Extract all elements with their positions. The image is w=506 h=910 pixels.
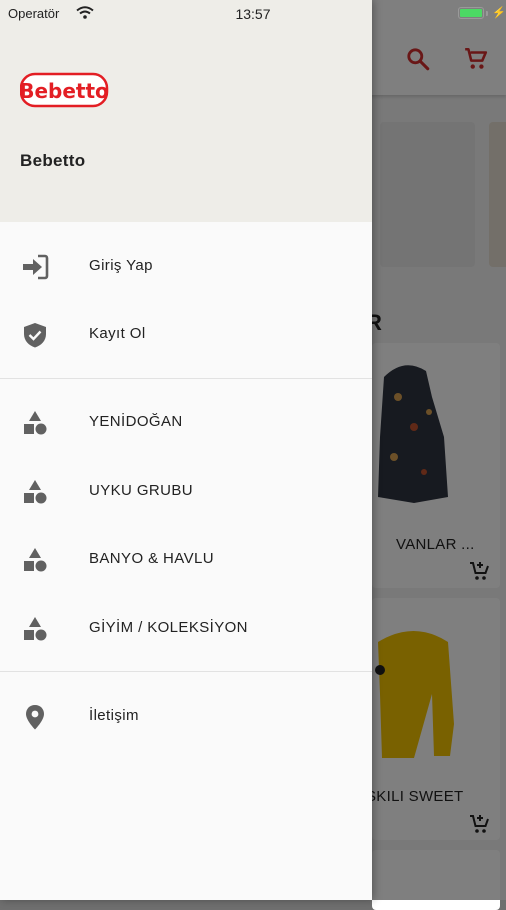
menu-item-label: BANYO & HAVLU [89, 550, 214, 567]
bebetto-logo: Bebetto [20, 72, 109, 108]
menu-item-label: UYKU GRUBU [89, 482, 194, 499]
menu-item-label: GİYİM / KOLEKSİYON [89, 619, 248, 636]
menu-item-login[interactable]: Giriş Yap [0, 233, 372, 299]
menu-item-label: Kayıt Ol [89, 325, 146, 342]
drawer-header: Bebetto Bebetto [0, 0, 372, 222]
status-bar: Operatör 13:57 ⚡ [0, 0, 506, 28]
battery-icon [458, 7, 484, 19]
navigation-drawer: Bebetto Bebetto Giriş Yap Kayıt Ol YENİD… [0, 0, 372, 900]
charging-icon: ⚡ [492, 7, 506, 19]
menu-divider [0, 671, 372, 672]
svg-text:Bebetto: Bebetto [20, 79, 109, 103]
store-name: Bebetto [20, 151, 86, 170]
menu-item-register[interactable]: Kayıt Ol [0, 301, 372, 367]
menu-item-contact[interactable]: İletişim [0, 683, 372, 749]
clock: 13:57 [235, 6, 271, 22]
menu-item-label: YENİDOĞAN [89, 413, 183, 430]
shield-check-icon [24, 323, 46, 348]
menu-item-category-yenidogan[interactable]: YENİDOĞAN [0, 389, 372, 455]
menu-item-category-banyo-havlu[interactable]: BANYO & HAVLU [0, 526, 372, 592]
menu-item-label: Giriş Yap [89, 257, 153, 274]
category-shapes-icon [24, 617, 47, 641]
menu-divider [0, 378, 372, 379]
menu-item-category-uyku-grubu[interactable]: UYKU GRUBU [0, 458, 372, 524]
menu-item-category-giyim-koleksiyon[interactable]: GİYİM / KOLEKSİYON [0, 595, 372, 661]
category-shapes-icon [24, 411, 47, 435]
category-shapes-icon [24, 480, 47, 504]
battery-tip [486, 11, 488, 16]
login-icon [23, 254, 49, 280]
menu-item-label: İletişim [89, 707, 139, 724]
category-shapes-icon [24, 548, 47, 572]
location-pin-icon [26, 705, 44, 730]
